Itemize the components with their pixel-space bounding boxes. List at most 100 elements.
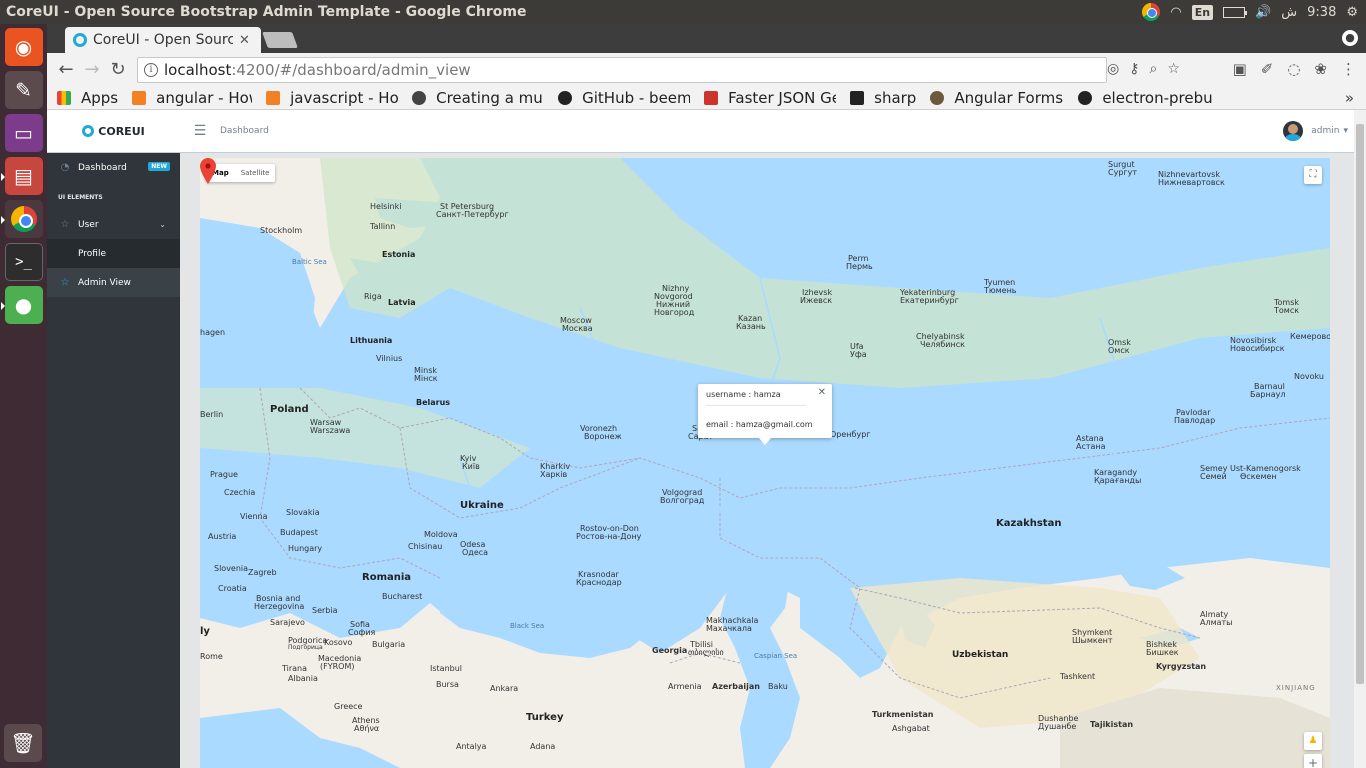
hamburger-menu-icon[interactable]: ☰	[180, 123, 220, 139]
map-label: Київ	[462, 462, 480, 471]
chrome-logo-icon	[10, 206, 37, 232]
brand-logo[interactable]: COREUI	[47, 125, 180, 138]
caret-down-icon: ▾	[1343, 126, 1348, 136]
file-manager-icon[interactable]: ▤	[0, 157, 43, 195]
address-bar[interactable]: i localhost:4200/#/dashboard/admin_view	[137, 56, 1107, 83]
map-label: Istanbul	[430, 664, 463, 673]
bookmark-item[interactable]: angular - How c	[132, 89, 252, 107]
close-icon[interactable]: ✕	[818, 387, 826, 398]
back-arrow-icon[interactable]: ←	[53, 59, 79, 80]
map-canvas	[200, 158, 1330, 768]
stackoverflow-icon	[266, 90, 281, 105]
clock[interactable]: 9:38	[1307, 5, 1336, 20]
site-info-icon[interactable]: i	[144, 62, 158, 77]
map-label: Armenia	[668, 682, 702, 691]
map-label: Caspian Sea	[754, 652, 798, 660]
bookmark-item[interactable]: Creating a multi	[412, 89, 544, 107]
keyboard-layout-indicator[interactable]: En	[1191, 4, 1214, 20]
avatar[interactable]	[1283, 121, 1304, 141]
profile-icon[interactable]: ●	[1342, 30, 1358, 46]
bookmark-star-icon[interactable]: ☆	[1167, 61, 1180, 77]
fullscreen-icon[interactable]: ⛶	[1304, 166, 1322, 184]
reload-icon[interactable]: ↻	[105, 59, 131, 80]
sidebar-item-admin-view[interactable]: ☆ Admin View	[47, 268, 180, 297]
bookmark-item[interactable]: javascript - How	[266, 89, 398, 107]
bookmark-item[interactable]: Angular Forms a	[930, 89, 1064, 107]
wifi-icon[interactable]: ◠	[1170, 5, 1181, 20]
extension-icons: ▣ ✐ ◌ ❀ ⋮	[1233, 60, 1356, 78]
chrome-tray-icon[interactable]	[1142, 3, 1161, 21]
map-label: Ankara	[490, 684, 519, 693]
map-label: Ashgabat	[892, 724, 930, 733]
scrollbar-thumb[interactable]	[1356, 124, 1364, 684]
menu-dots-icon[interactable]: ⋮	[1341, 60, 1356, 78]
bookmark-item[interactable]: Faster JSON Ge	[704, 89, 836, 107]
tab-title: CoreUI - Open Source	[93, 32, 233, 48]
street-view-pegman-icon[interactable]: ♟	[1304, 732, 1322, 750]
map-label: Austria	[208, 532, 237, 541]
page-scrollbar[interactable]	[1354, 110, 1366, 768]
info-email: email : hamza@gmail.com	[706, 420, 813, 429]
sidebar-submenu: Profile ☆ Admin View	[47, 239, 180, 297]
map-label: Kosovo	[324, 638, 353, 647]
map-label: Одеса	[462, 548, 489, 557]
color-picker-icon[interactable]: ✐	[1261, 60, 1274, 78]
location-icon[interactable]: ◎	[1107, 61, 1119, 77]
android-app-icon[interactable]: ●	[0, 286, 43, 324]
map-label: Ukraine	[460, 500, 504, 511]
browser-tab-active[interactable]: CoreUI - Open Source ✕	[65, 27, 261, 53]
map-label: Albania	[288, 674, 318, 683]
app-launcher: ◉ ✎ ▭ ▤ >_ ● 🗑	[0, 24, 47, 768]
more-bookmarks-icon[interactable]: »	[1345, 89, 1354, 107]
zoom-icon[interactable]: ⌕	[1149, 61, 1157, 77]
zoom-in-button[interactable]: +	[1304, 754, 1322, 768]
battery-icon[interactable]	[1223, 6, 1248, 18]
map-label: Семей	[1200, 472, 1227, 481]
map-label: Uzbekistan	[952, 650, 1009, 660]
sidebar-item-dashboard[interactable]: ◔ Dashboard NEW	[47, 153, 180, 182]
extension-icon[interactable]: ◌	[1287, 60, 1300, 78]
map-label: Қарағанды	[1094, 476, 1142, 485]
bookmark-item[interactable]: sharp	[850, 89, 916, 107]
map-type-satellite-button[interactable]: Satellite	[235, 164, 276, 182]
google-map[interactable]: Helsinki St Petersburg Санкт-Петербург S…	[200, 158, 1330, 768]
chevron-down-icon: ⌄	[159, 220, 166, 229]
cast-icon[interactable]: ▣	[1233, 60, 1247, 78]
map-marker-icon[interactable]	[200, 158, 216, 184]
terminal-icon[interactable]: >_	[4, 243, 43, 281]
window-app-icon[interactable]: ▭	[4, 114, 43, 152]
gear-icon[interactable]: ⚙	[1346, 5, 1358, 20]
trash-icon[interactable]: 🗑	[4, 724, 42, 762]
running-indicator	[0, 173, 5, 181]
system-settings-icon[interactable]: ✎	[4, 71, 43, 109]
fruit-extension-icon[interactable]: ❀	[1314, 60, 1327, 78]
chrome-launcher-icon[interactable]	[0, 200, 43, 238]
sidebar-item-profile[interactable]: Profile	[47, 239, 180, 268]
breadcrumb[interactable]: Dashboard	[220, 126, 269, 136]
map-label: Helsinki	[370, 202, 402, 211]
sidebar-item-label: Profile	[78, 248, 106, 259]
bookmark-label: sharp	[874, 88, 917, 107]
map-label: Уфа	[850, 350, 867, 359]
forward-arrow-icon[interactable]: →	[79, 59, 105, 80]
map-label: Ижевск	[800, 296, 833, 305]
bookmark-item[interactable]: electron-prebui	[1078, 89, 1212, 107]
bookmark-item[interactable]: GitHub - beemar	[558, 89, 690, 107]
map-label: Serbia	[312, 606, 338, 615]
sidebar-item-user[interactable]: ☆ User ⌄	[47, 210, 180, 239]
sidebar-item-label: Admin View	[78, 277, 131, 288]
map-label: Астана	[1076, 442, 1106, 451]
bookmark-apps[interactable]: Apps	[57, 89, 118, 107]
new-tab-button[interactable]	[262, 32, 298, 48]
close-tab-icon[interactable]: ✕	[239, 33, 250, 48]
map-label: Black Sea	[510, 622, 545, 630]
ubuntu-logo-icon[interactable]: ◉	[4, 28, 43, 66]
map-label: Vienna	[240, 512, 268, 521]
volume-icon[interactable]: 🔊	[1255, 5, 1271, 20]
map-label: ly	[200, 626, 210, 637]
key-icon[interactable]: ⚷	[1129, 61, 1139, 77]
browser-toolbar: ← → ↻ i localhost:4200/#/dashboard/admin…	[47, 53, 1366, 86]
user-menu[interactable]: admin ▾	[1283, 121, 1348, 141]
map-label: Zagreb	[248, 568, 277, 577]
bookmark-label: electron-prebui	[1102, 88, 1213, 107]
